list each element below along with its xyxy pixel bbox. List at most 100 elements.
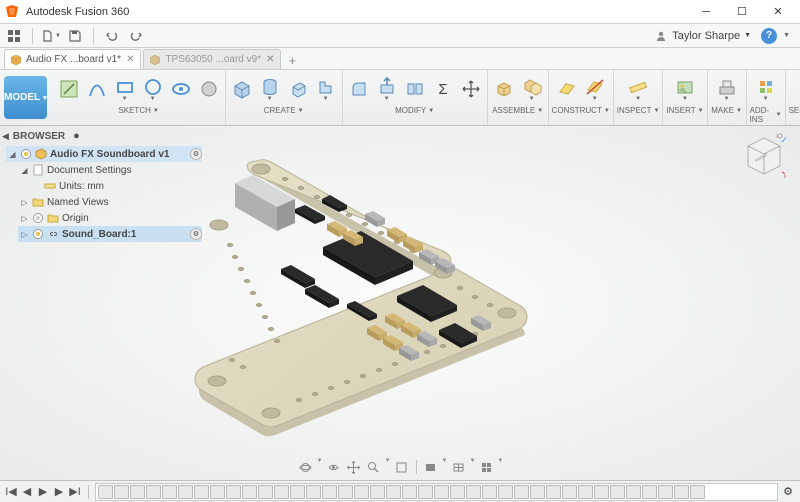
browser-node-origin[interactable]: ▷ Origin [18, 210, 202, 226]
document-tab-2[interactable]: TPS63050 ...oard v9* ✕ [143, 49, 281, 69]
timeline-item[interactable] [402, 485, 417, 499]
select-button[interactable]: ▼ [792, 74, 800, 104]
timeline-item[interactable] [162, 485, 177, 499]
revolve-button[interactable]: ▼ [313, 74, 339, 104]
cylinder-button[interactable]: ▼ [257, 74, 283, 104]
timeline-item[interactable] [450, 485, 465, 499]
timeline-item[interactable] [146, 485, 161, 499]
extrude-button[interactable] [285, 74, 311, 104]
timeline-item[interactable] [226, 485, 241, 499]
timeline-item[interactable] [130, 485, 145, 499]
timeline-item[interactable] [690, 485, 705, 499]
timeline-item[interactable] [642, 485, 657, 499]
fit-button[interactable] [393, 458, 411, 476]
visibility-icon[interactable] [32, 212, 44, 224]
timeline-step-back-button[interactable]: ◀ [20, 485, 34, 499]
timeline-item[interactable] [354, 485, 369, 499]
visibility-icon[interactable] [32, 228, 44, 240]
addins-button[interactable]: ▼ [750, 74, 782, 104]
axis-button[interactable]: ▼ [582, 74, 608, 104]
timeline-item[interactable] [658, 485, 673, 499]
window-maximize-button[interactable]: ☐ [724, 0, 760, 24]
timeline-item[interactable] [514, 485, 529, 499]
joint-button[interactable]: ▼ [519, 74, 545, 104]
new-tab-button[interactable]: + [283, 51, 301, 69]
zoom-button[interactable] [365, 458, 383, 476]
timeline-item[interactable] [482, 485, 497, 499]
timeline-step-fwd-button[interactable]: ▶ [52, 485, 66, 499]
timeline-item[interactable] [386, 485, 401, 499]
display-mode-2-button[interactable] [449, 458, 467, 476]
window-close-button[interactable]: ✕ [760, 0, 796, 24]
workspace-switcher[interactable]: MODEL▾ [4, 76, 47, 119]
timeline-item[interactable] [290, 485, 305, 499]
timeline-item[interactable] [242, 485, 257, 499]
help-button[interactable]: ? [761, 28, 777, 44]
browser-node-docset[interactable]: ◢ Document Settings [18, 162, 202, 178]
look-button[interactable] [325, 458, 343, 476]
timeline-item[interactable] [114, 485, 129, 499]
save-button[interactable] [65, 26, 85, 46]
visibility-icon[interactable] [20, 148, 32, 160]
timeline-item[interactable] [546, 485, 561, 499]
timeline-item[interactable] [194, 485, 209, 499]
timeline-item[interactable] [674, 485, 689, 499]
document-tab-1[interactable]: Audio FX ...board v1* ✕ [4, 49, 141, 69]
browser-node-views[interactable]: ▷ Named Views [18, 194, 202, 210]
create-sketch-button[interactable] [56, 74, 82, 104]
timeline-item[interactable] [578, 485, 593, 499]
make-button[interactable]: ▼ [711, 74, 743, 104]
timeline-track[interactable] [95, 483, 778, 501]
undo-button[interactable] [102, 26, 122, 46]
line-tool-button[interactable] [84, 74, 110, 104]
parameters-button[interactable]: Σ [430, 74, 456, 104]
spline-tool-button[interactable] [196, 74, 222, 104]
timeline-start-button[interactable]: I◀ [4, 485, 18, 499]
timeline-item[interactable] [530, 485, 545, 499]
data-panel-button[interactable] [4, 26, 24, 46]
align-button[interactable] [402, 74, 428, 104]
grid-button[interactable] [477, 458, 495, 476]
timeline-item[interactable] [466, 485, 481, 499]
browser-node-soundboard[interactable]: ▷ Sound_Board:1 ⚙ [18, 226, 202, 242]
orbit-button[interactable] [297, 458, 315, 476]
timeline-item[interactable] [210, 485, 225, 499]
timeline-item[interactable] [626, 485, 641, 499]
settings-icon[interactable]: ⚙ [190, 228, 202, 240]
timeline-item[interactable] [338, 485, 353, 499]
timeline-item[interactable] [498, 485, 513, 499]
browser-node-units[interactable]: Units: mm [30, 178, 202, 194]
pan-button[interactable] [345, 458, 363, 476]
timeline-play-button[interactable]: ▶ [36, 485, 50, 499]
file-menu-button[interactable]: ▼ [41, 26, 61, 46]
fillet-button[interactable] [346, 74, 372, 104]
browser-root-node[interactable]: ◢ Audio FX Soundboard v1 ⚙ [6, 146, 202, 162]
close-tab-icon[interactable]: ✕ [126, 54, 134, 65]
display-mode-1-button[interactable] [422, 458, 440, 476]
rectangle-tool-button[interactable]: ▼ [112, 74, 138, 104]
new-component-button[interactable] [491, 74, 517, 104]
plane-button[interactable] [554, 74, 580, 104]
move-button[interactable] [458, 74, 484, 104]
timeline-item[interactable] [610, 485, 625, 499]
close-tab-icon[interactable]: ✕ [266, 54, 274, 65]
box-button[interactable] [229, 74, 255, 104]
timeline-end-button[interactable]: ▶I [68, 485, 82, 499]
timeline-item[interactable] [434, 485, 449, 499]
timeline-item[interactable] [322, 485, 337, 499]
timeline-item[interactable] [98, 485, 113, 499]
user-menu[interactable]: Taylor Sharpe▼ [648, 29, 757, 43]
circle-tool-button[interactable]: ▼ [140, 74, 166, 104]
settings-icon[interactable]: ⚙ [190, 148, 202, 160]
view-cube[interactable]: FRONT z x [742, 132, 786, 184]
timeline-settings-button[interactable]: ⚙ [780, 484, 796, 500]
ellipse-tool-button[interactable] [168, 74, 194, 104]
browser-panel-header[interactable]: ◀ BROWSER ● [2, 128, 80, 144]
timeline-item[interactable] [178, 485, 193, 499]
window-minimize-button[interactable]: ─ [688, 0, 724, 24]
presspull-button[interactable]: ▼ [374, 74, 400, 104]
timeline-item[interactable] [306, 485, 321, 499]
timeline-item[interactable] [258, 485, 273, 499]
timeline-item[interactable] [274, 485, 289, 499]
timeline-item[interactable] [594, 485, 609, 499]
